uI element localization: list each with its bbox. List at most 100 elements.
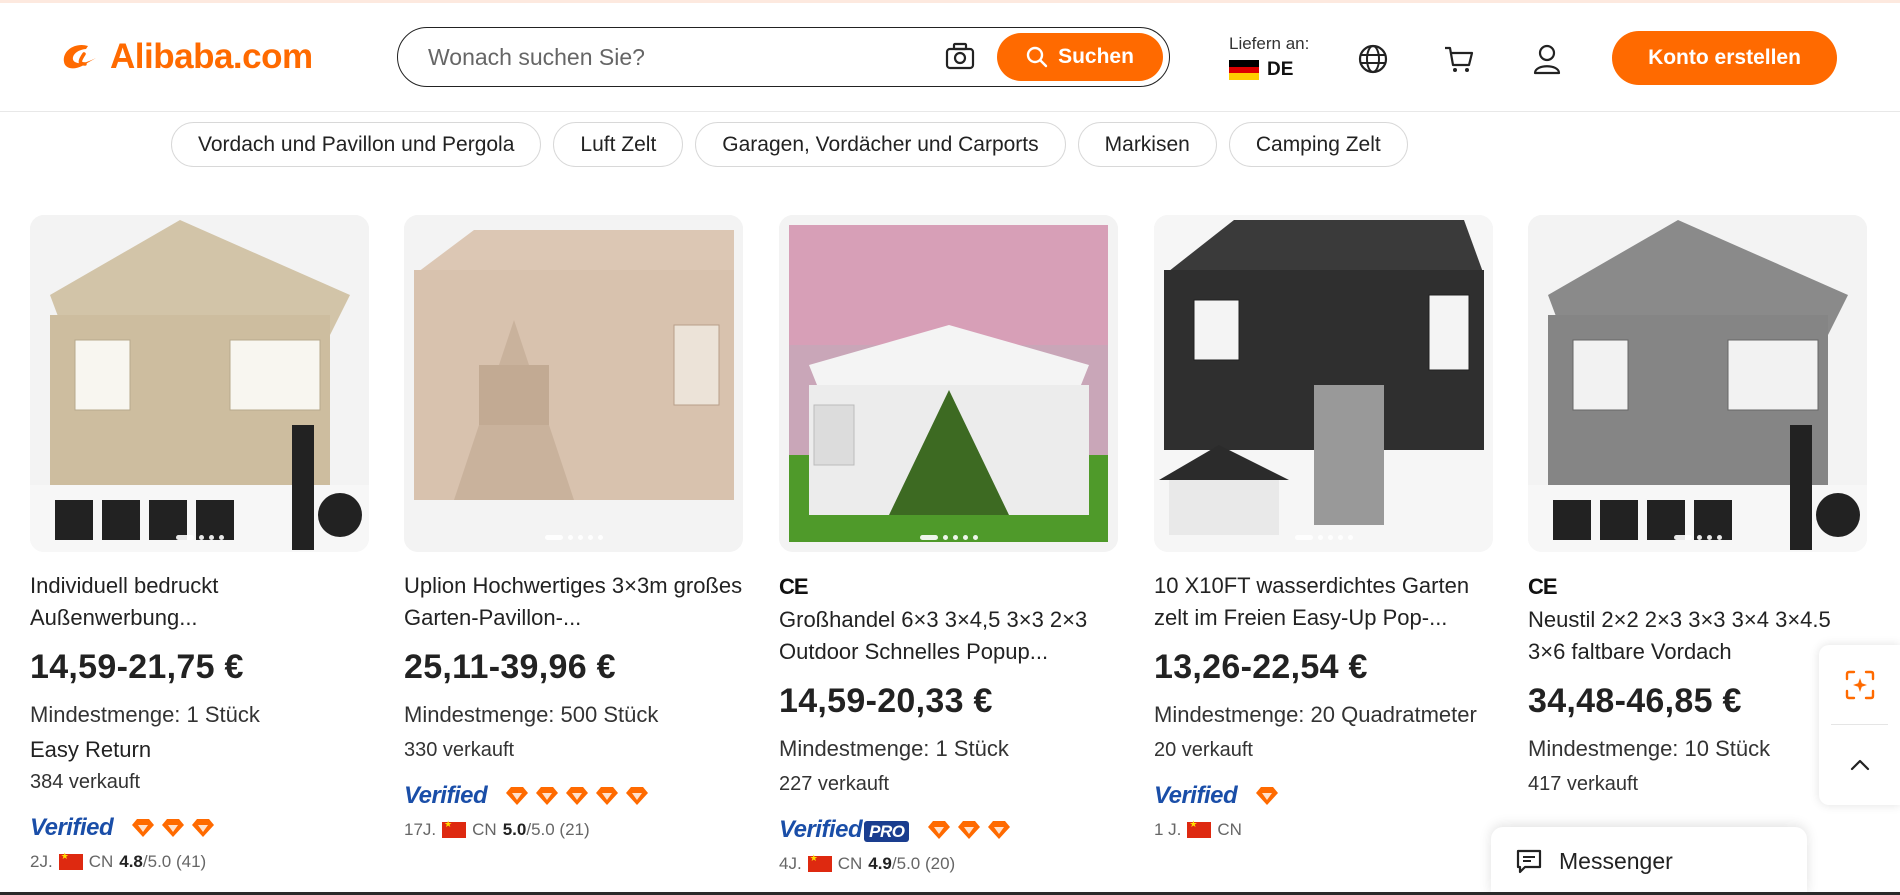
product-moq: Mindestmenge: 500 Stück: [404, 702, 659, 727]
alibaba-logo[interactable]: Alibaba.com: [58, 37, 313, 77]
verified-badge[interactable]: Verified: [404, 782, 488, 810]
product-moq: Mindestmenge: 10 Stück: [1528, 736, 1771, 761]
supplier-rating-suffix: /5.0 (41): [142, 852, 207, 871]
diamond-icon: [132, 819, 155, 837]
product-image[interactable]: [1154, 215, 1493, 552]
deliver-label: Liefern an:: [1229, 34, 1310, 53]
ce-mark: CE: [1528, 574, 1558, 599]
verified-label: Verified: [779, 816, 863, 843]
product-sold-count: 20 verkauft: [1154, 739, 1253, 761]
category-chip[interactable]: Garagen, Vordächer und Carports: [695, 122, 1066, 167]
diamond-icon: [928, 821, 951, 839]
product-price: 25,11-39,96 €: [404, 648, 616, 686]
product-card[interactable]: 10 X10FT wasserdichtes Garten zelt im Fr…: [1154, 215, 1493, 840]
verified-pro-badge[interactable]: Verified PRO: [779, 816, 910, 844]
diamond-icon: [958, 821, 981, 839]
supplier-country: CN: [88, 852, 114, 871]
messenger-button[interactable]: Messenger: [1491, 827, 1807, 895]
diamond-icon: [596, 787, 619, 805]
image-carousel-dots[interactable]: [544, 535, 603, 540]
product-card[interactable]: Individuell bedruckt Außenwerbung... 14,…: [30, 215, 369, 872]
category-chip[interactable]: Camping Zelt: [1228, 122, 1408, 167]
product-title[interactable]: 10 X10FT wasserdichtes Garten zelt im Fr…: [1154, 570, 1493, 634]
germany-flag-icon: [1229, 60, 1259, 81]
product-card[interactable]: CE Großhandel 6×3 3×4,5 3×3 2×3 Outdoor …: [779, 215, 1118, 874]
image-carousel-dots[interactable]: [919, 535, 978, 540]
cart-icon[interactable]: [1443, 43, 1475, 75]
supplier-rating: 5.0: [502, 820, 527, 839]
search-button-label: Suchen: [1058, 45, 1134, 68]
category-chip[interactable]: Vordach und Pavillon und Pergola: [171, 122, 542, 167]
product-sold-count: 384 verkauft: [30, 771, 141, 793]
category-chip[interactable]: Markisen: [1077, 122, 1217, 167]
search-icon: [1026, 46, 1048, 68]
supplier-years: 17J.: [404, 820, 437, 839]
supplier-rating-suffix: /5.0 (21): [526, 820, 590, 839]
diamond-icon: [566, 787, 589, 805]
diamond-icon: [536, 787, 559, 805]
product-title[interactable]: Uplion Hochwertiges 3×3m großes Garten-P…: [404, 570, 743, 634]
floating-side-toolbar: [1819, 645, 1900, 805]
supplier-years: 4J.: [779, 854, 802, 873]
ai-scan-icon[interactable]: [1844, 669, 1876, 701]
category-chip[interactable]: Luft Zelt: [553, 122, 684, 167]
deliver-to-selector[interactable]: Liefern an: DE: [1229, 34, 1309, 81]
supplier-years: 2J.: [30, 852, 53, 871]
supplier-diamonds: [505, 786, 649, 806]
product-moq: Mindestmenge: 20 Quadratmeter: [1154, 702, 1477, 727]
logo-text: Alibaba.com: [110, 37, 313, 76]
product-card[interactable]: CE Neustil 2×2 2×3 3×3 3×4 3×4.5 3×6 fal…: [1528, 215, 1867, 796]
china-flag-icon: [58, 851, 83, 870]
product-image[interactable]: [30, 215, 369, 552]
supplier-rating-suffix: /5.0 (20): [891, 854, 956, 873]
search-bar: Suchen: [397, 27, 1170, 87]
category-chips: Vordach und Pavillon und Pergola Luft Ze…: [171, 122, 1408, 167]
messenger-label: Messenger: [1559, 847, 1673, 874]
product-image[interactable]: [404, 215, 743, 552]
supplier-meta: 17J. CN 5.0/5.0 (21): [404, 819, 743, 840]
supplier-diamonds: [927, 820, 1011, 840]
supplier-rating: 4.8: [119, 852, 143, 871]
supplier-rating: 4.9: [868, 854, 892, 873]
globe-icon[interactable]: [1357, 43, 1389, 75]
create-account-button[interactable]: Konto erstellen: [1612, 31, 1837, 85]
product-sold-count: 417 verkauft: [1528, 773, 1639, 795]
image-carousel-dots[interactable]: [1673, 535, 1722, 540]
supplier-country: CN: [472, 820, 497, 839]
supplier-years: 1 J.: [1154, 820, 1182, 839]
supplier-diamonds: [1255, 786, 1279, 806]
chat-icon: [1516, 849, 1542, 874]
product-title[interactable]: Individuell bedruckt Außenwerbung...: [30, 570, 369, 634]
verified-badge[interactable]: Verified: [1154, 782, 1238, 810]
image-carousel-dots[interactable]: [175, 535, 224, 540]
scroll-top-icon[interactable]: [1848, 753, 1872, 777]
diamond-icon: [192, 819, 215, 837]
supplier-country: CN: [1217, 820, 1242, 839]
product-price: 13,26-22,54 €: [1154, 648, 1368, 686]
site-header: Alibaba.com Suchen Liefern an: DE: [0, 3, 1900, 112]
camera-icon[interactable]: [945, 42, 975, 70]
search-input[interactable]: [428, 43, 928, 71]
supplier-meta: 2J. CN 4.8/5.0 (41): [30, 851, 369, 872]
deliver-country: DE: [1267, 59, 1294, 80]
alibaba-logo-icon: [63, 44, 96, 69]
supplier-meta: 4J. CN 4.9/5.0 (20): [779, 853, 1118, 874]
diamond-icon: [506, 787, 529, 805]
user-icon[interactable]: [1531, 43, 1563, 75]
ce-mark: CE: [779, 574, 809, 599]
product-sold-count: 330 verkauft: [404, 739, 515, 761]
product-title[interactable]: Neustil 2×2 2×3 3×3 3×4 3×4.5 3×6 faltba…: [1528, 604, 1867, 668]
product-price: 14,59-20,33 €: [779, 682, 993, 720]
easy-return-label: Easy Return: [30, 737, 152, 762]
product-title[interactable]: Großhandel 6×3 3×4,5 3×3 2×3 Outdoor Sch…: [779, 604, 1118, 668]
product-image[interactable]: [1528, 215, 1867, 552]
verified-badge[interactable]: Verified: [30, 814, 114, 842]
product-moq: Mindestmenge: 1 Stück: [779, 736, 1009, 761]
search-button[interactable]: Suchen: [997, 33, 1163, 81]
image-carousel-dots[interactable]: [1294, 535, 1353, 540]
diamond-icon: [162, 819, 185, 837]
product-card[interactable]: Uplion Hochwertiges 3×3m großes Garten-P…: [404, 215, 743, 840]
product-moq: Mindestmenge: 1 Stück: [30, 702, 260, 727]
supplier-meta: 1 J. CN: [1154, 819, 1493, 840]
product-image[interactable]: [779, 215, 1118, 552]
